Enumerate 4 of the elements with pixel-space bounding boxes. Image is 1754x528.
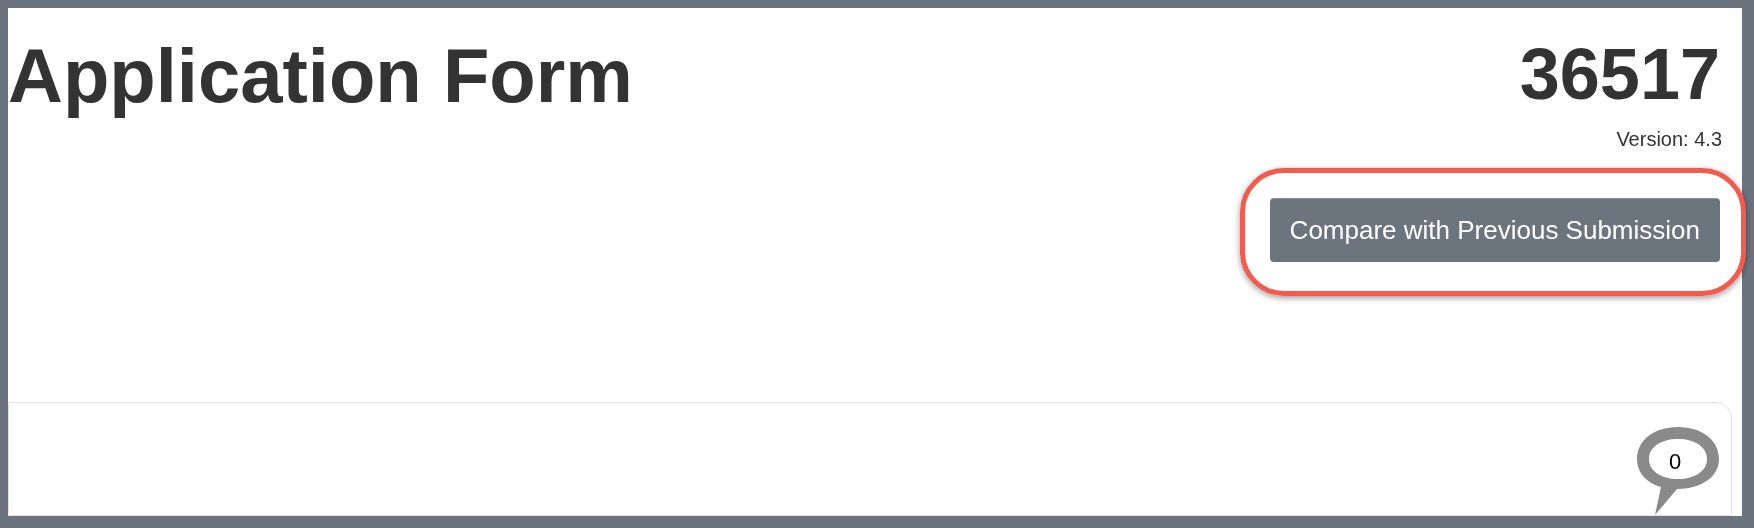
version-label: Version: 4.3 — [1616, 127, 1722, 152]
compare-button[interactable]: Compare with Previous Submission — [1269, 198, 1720, 262]
application-number: 36517 — [1519, 38, 1720, 110]
comment-count: 0 — [1669, 448, 1682, 476]
